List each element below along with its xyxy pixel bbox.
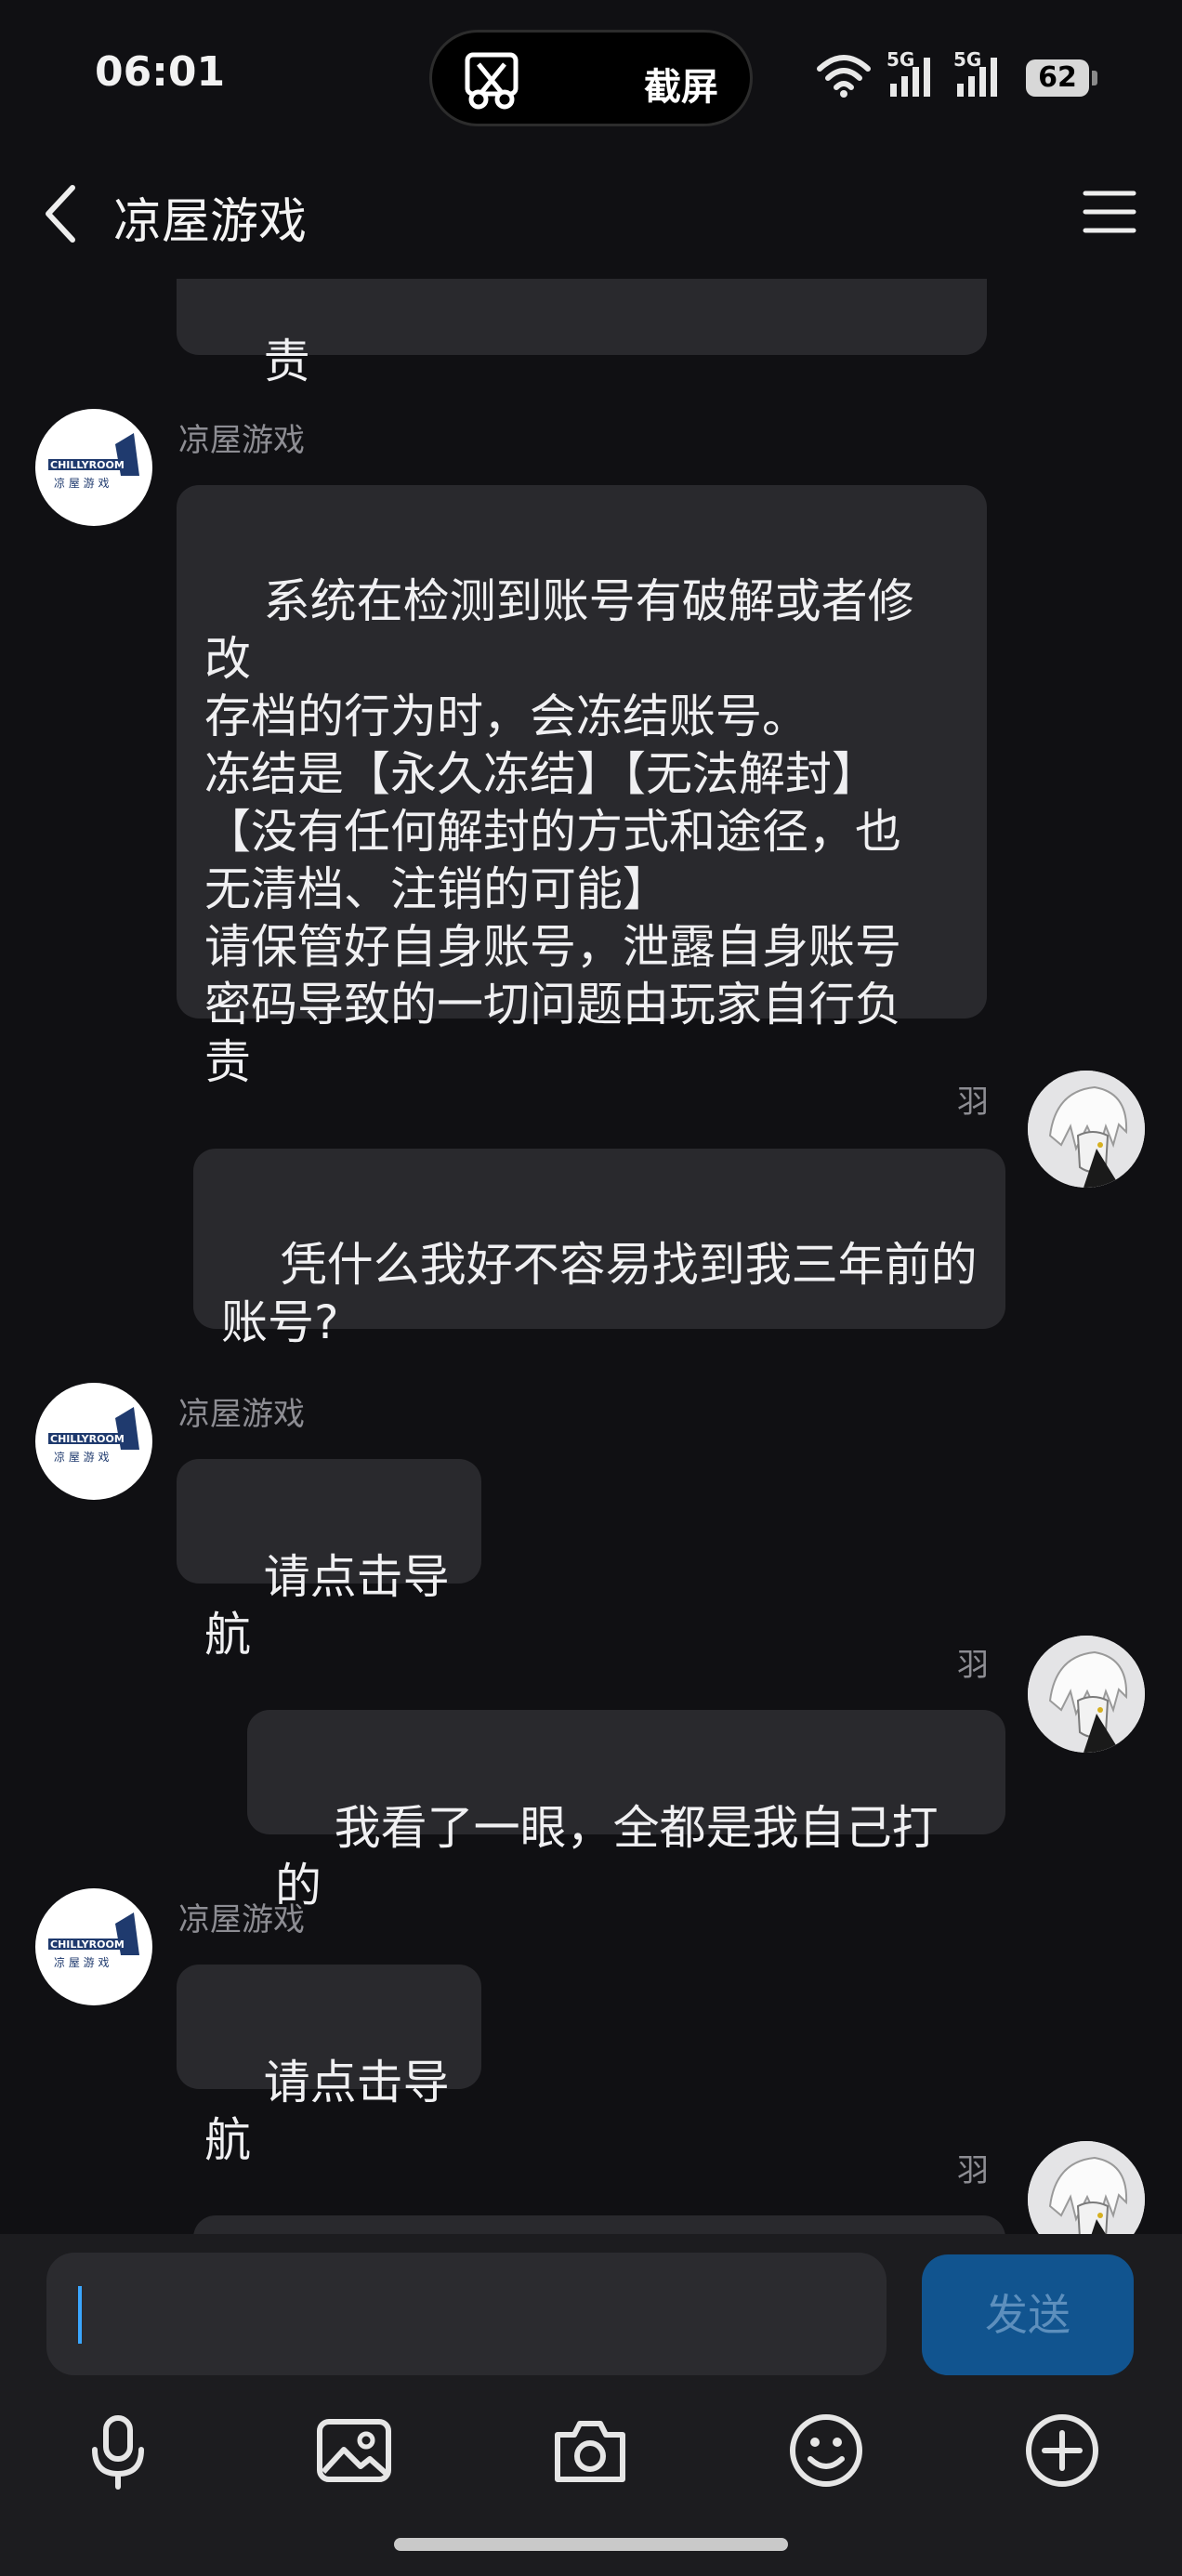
bot-logo-subtext: 凉 屋 游 戏	[54, 1955, 109, 1969]
chat-title: 凉屋游戏	[113, 194, 308, 250]
battery-tip	[1092, 71, 1097, 85]
message-text: 请点击导航	[204, 1550, 450, 1662]
menu-icon[interactable]	[1080, 182, 1139, 242]
back-arrow-icon[interactable]	[37, 177, 93, 251]
bot-logo-subtext: 凉 屋 游 戏	[54, 476, 109, 490]
bot-logo-text: CHILLYROOM	[50, 459, 125, 471]
message-bubble[interactable]: 凭什么我好不容易找到我三年前的 账号?	[193, 1149, 1005, 1349]
bot-logo-text: CHILLYROOM	[50, 1433, 125, 1445]
sender-name: 羽	[957, 1647, 989, 1684]
bot-avatar[interactable]: CHILLYROOM 凉 屋 游 戏	[35, 1383, 152, 1500]
bot-logo-subtext: 凉 屋 游 戏	[54, 1450, 109, 1464]
message-bubble[interactable]	[193, 2215, 1005, 2234]
sender-name: 凉屋游戏	[178, 422, 305, 459]
message-bubble[interactable]: 责	[177, 279, 987, 388]
chat-header: 凉屋游戏	[0, 149, 1182, 279]
image-icon[interactable]	[312, 2409, 396, 2492]
message-text: 我看了一眼，全都是我自己打的	[275, 1801, 939, 1912]
message-bubble[interactable]: 请点击导航	[177, 1965, 481, 2167]
sender-name: 羽	[957, 1084, 989, 1121]
text-caret	[78, 2286, 82, 2344]
message-text: 责	[263, 335, 310, 388]
bot-avatar[interactable]: CHILLYROOM 凉 屋 游 戏	[35, 1888, 152, 2005]
sender-name: 凉屋游戏	[178, 1396, 305, 1433]
user-avatar[interactable]	[1028, 1071, 1145, 1188]
message-text: 请点击导航	[204, 2056, 450, 2167]
status-bar: 06:01 截屏 5G 5G 62	[0, 0, 1182, 149]
microphone-icon[interactable]	[76, 2409, 160, 2492]
wifi-icon	[817, 55, 871, 98]
plus-icon[interactable]	[1020, 2409, 1104, 2492]
user-avatar[interactable]	[1028, 2141, 1145, 2234]
user-avatar[interactable]	[1028, 1636, 1145, 1753]
message-bubble[interactable]: 我看了一眼，全都是我自己打的	[247, 1710, 1005, 1912]
message-text: 系统在检测到账号有破解或者修改 存档的行为时，会冻结账号。 冻结是【永久冻结】【…	[204, 574, 914, 1089]
bot-logo-text: CHILLYROOM	[50, 1939, 125, 1951]
sender-name: 羽	[957, 2152, 989, 2189]
message-bubble[interactable]: 请点击导航	[177, 1459, 481, 1662]
camera-icon[interactable]	[548, 2409, 632, 2492]
message-text: 凭什么我好不容易找到我三年前的 账号?	[221, 1238, 978, 1349]
sender-name: 凉屋游戏	[178, 1901, 305, 1939]
battery-icon: 62	[1026, 59, 1089, 97]
message-list[interactable]: 责 CHILLYROOM 凉 屋 游 戏 凉屋游戏 系统在检测到账号有破解或者修…	[0, 279, 1182, 2234]
screenshot-label: 截屏	[644, 66, 718, 109]
home-indicator[interactable]	[394, 2538, 788, 2551]
input-bar: 发送	[0, 2234, 1182, 2576]
send-button[interactable]: 发送	[922, 2254, 1134, 2375]
message-input[interactable]	[46, 2253, 886, 2375]
emoji-icon[interactable]	[784, 2409, 868, 2492]
screenshot-scissors-icon	[465, 52, 519, 110]
status-time: 06:01	[95, 48, 226, 96]
battery-level: 62	[1038, 61, 1077, 94]
screenshot-pill[interactable]: 截屏	[429, 30, 753, 126]
bot-avatar[interactable]: CHILLYROOM 凉 屋 游 戏	[35, 409, 152, 526]
message-bubble[interactable]: 系统在检测到账号有破解或者修改 存档的行为时，会冻结账号。 冻结是【永久冻结】【…	[177, 485, 987, 1089]
